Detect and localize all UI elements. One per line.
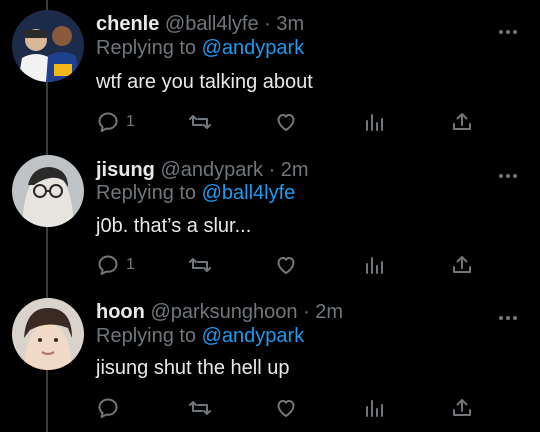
tweet-header: hoon @parksunghoon · 2m: [96, 300, 343, 324]
share-button[interactable]: [450, 107, 474, 137]
retweet-button[interactable]: [188, 393, 212, 423]
share-icon: [453, 113, 471, 130]
tweet-text: wtf are you talking about: [96, 71, 313, 93]
replying-prefix: Replying to: [96, 325, 202, 347]
mention-link[interactable]: @andypark: [202, 325, 305, 347]
like-icon: [277, 400, 295, 417]
retweet-button[interactable]: [188, 107, 212, 137]
more-icon[interactable]: [498, 22, 518, 34]
replying-prefix: Replying to: [96, 37, 202, 59]
timestamp[interactable]: · 3m: [264, 13, 304, 35]
more-icon[interactable]: [498, 308, 518, 320]
share-icon: [453, 399, 471, 416]
reply-button[interactable]: [96, 393, 126, 423]
reply-count: 1: [126, 113, 135, 130]
display-name[interactable]: chenle: [96, 13, 159, 35]
timestamp[interactable]: · 2m: [303, 301, 343, 323]
reply-icon: [98, 112, 118, 132]
analytics-icon: [366, 257, 383, 274]
display-name[interactable]: hoon: [96, 301, 145, 323]
retweet-button[interactable]: [188, 250, 212, 280]
handle[interactable]: @ball4lyfe: [165, 13, 259, 35]
like-button[interactable]: [274, 250, 298, 280]
like-button[interactable]: [274, 393, 298, 423]
display-name[interactable]: jisung: [96, 159, 155, 181]
retweet-icon: [189, 258, 211, 272]
mention-link[interactable]: @andypark: [202, 37, 305, 59]
mention-link[interactable]: @ball4lyfe: [202, 182, 296, 204]
analytics-icon: [366, 114, 383, 131]
tweet-text: j0b. that’s a slur...: [96, 215, 252, 237]
reply-button[interactable]: 1: [96, 107, 135, 137]
analytics-icon: [366, 400, 383, 417]
action-bar: 1: [96, 250, 516, 280]
replying-to: Replying to @andypark: [96, 36, 304, 60]
analytics-button[interactable]: [362, 107, 386, 137]
handle[interactable]: @parksunghoon: [150, 301, 297, 323]
timestamp[interactable]: · 2m: [269, 159, 309, 181]
share-button[interactable]: [450, 393, 474, 423]
like-icon: [277, 114, 295, 131]
analytics-button[interactable]: [362, 250, 386, 280]
action-bar: 1: [96, 107, 516, 137]
analytics-button[interactable]: [362, 393, 386, 423]
handle[interactable]: @andypark: [160, 159, 263, 181]
avatar[interactable]: [12, 10, 84, 82]
reply-button[interactable]: 1: [96, 250, 135, 280]
reply-icon: [98, 255, 118, 275]
like-button[interactable]: [274, 107, 298, 137]
like-icon: [277, 257, 295, 274]
tweet-header: jisung @andypark · 2m: [96, 158, 309, 182]
retweet-icon: [189, 401, 211, 415]
action-bar: [96, 393, 516, 423]
reply-count: 1: [126, 256, 135, 273]
replying-prefix: Replying to: [96, 182, 202, 204]
share-icon: [453, 256, 471, 273]
avatar[interactable]: [12, 298, 84, 370]
more-icon[interactable]: [498, 166, 518, 178]
tweet-header: chenle @ball4lyfe · 3m: [96, 12, 304, 36]
tweet-text: jisung shut the hell up: [96, 357, 290, 379]
avatar[interactable]: [12, 155, 84, 227]
replying-to: Replying to @andypark: [96, 324, 304, 348]
reply-icon: [98, 398, 118, 418]
share-button[interactable]: [450, 250, 474, 280]
retweet-icon: [189, 115, 211, 129]
replying-to: Replying to @ball4lyfe: [96, 181, 295, 205]
